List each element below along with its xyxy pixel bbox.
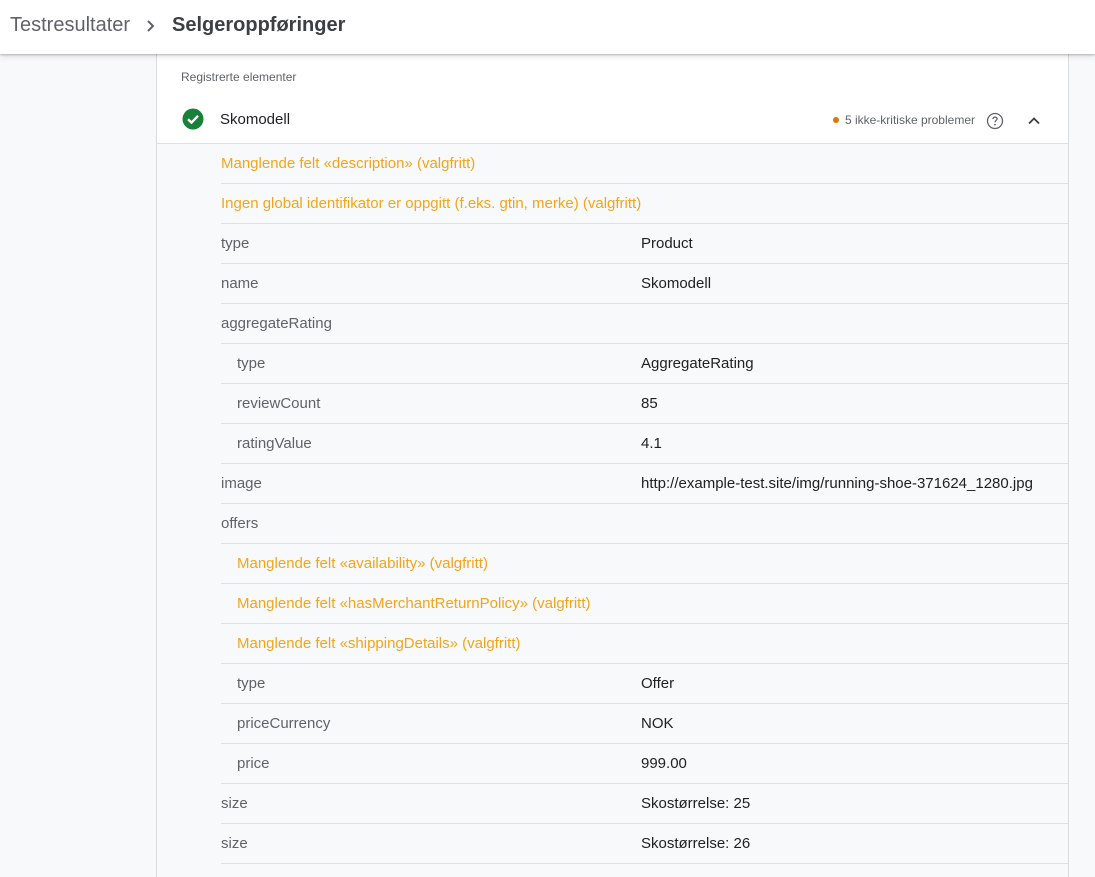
warning-text: Manglende felt «description» (valgfritt)	[221, 155, 476, 172]
property-value: 4.1	[641, 435, 662, 452]
top-bar: Testresultater Selgeroppføringer	[0, 0, 1095, 54]
property-value: Offer	[641, 675, 675, 692]
property-row: aggregateRating	[221, 304, 1068, 344]
property-row: ratingValue 4.1	[221, 424, 1068, 464]
property-key: price	[237, 755, 270, 772]
property-key: ratingValue	[237, 435, 312, 452]
property-value: Skomodell	[641, 275, 712, 292]
warning-row: Manglende felt «hasMerchantReturnPolicy»…	[221, 584, 1068, 624]
warning-row: Manglende felt «availability» (valgfritt…	[221, 544, 1068, 584]
property-key: type	[237, 675, 266, 692]
issues-summary: 5 ikke-kritiske problemer	[832, 113, 975, 127]
property-row: type AggregateRating	[221, 344, 1068, 384]
property-row: priceCurrency NOK	[221, 704, 1068, 744]
property-key: aggregateRating	[221, 315, 332, 332]
help-icon[interactable]	[986, 112, 1004, 130]
warning-text: Manglende felt «hasMerchantReturnPolicy»…	[237, 595, 591, 612]
chevron-right-icon	[147, 20, 155, 32]
property-row: price 999.00	[221, 744, 1068, 784]
property-key: offers	[221, 515, 259, 532]
warning-dot-icon	[832, 117, 839, 123]
warning-row: Manglende felt «description» (valgfritt)	[221, 144, 1068, 184]
panel-title: Registrerte elementer	[181, 70, 297, 84]
warning-row: Ingen global identifikator er oppgitt (f…	[221, 184, 1068, 224]
property-key: size	[221, 795, 248, 812]
chevron-up-icon[interactable]	[1026, 113, 1042, 129]
property-row: image http://example-test.site/img/runnin…	[221, 464, 1068, 504]
property-value: NOK	[641, 715, 674, 732]
warning-row: Manglende felt «shippingDetails» (valgfr…	[221, 624, 1068, 664]
property-row: reviewCount 85	[221, 384, 1068, 424]
property-value: 999.00	[641, 755, 687, 772]
check-circle-icon	[182, 108, 204, 130]
property-value: 85	[641, 395, 658, 412]
property-row: offers	[221, 504, 1068, 544]
item-header[interactable]: Skomodell 5 ikke-kritiske problemer	[157, 98, 1068, 144]
property-value: http://example-test.site/img/running-sho…	[641, 475, 1033, 492]
breadcrumb-root[interactable]: Testresultater	[10, 14, 130, 37]
property-key: type	[221, 235, 250, 252]
property-value: Skostørrelse: 25	[641, 795, 751, 812]
property-row: size Skostørrelse: 26	[221, 824, 1068, 864]
property-key: reviewCount	[237, 395, 321, 412]
property-key: priceCurrency	[237, 715, 331, 732]
issues-label: 5 ikke-kritiske problemer	[844, 113, 975, 127]
detected-items-panel: Registrerte elementer Skomodell 5 ikke-k…	[156, 54, 1069, 877]
property-value: Skostørrelse: 26	[641, 835, 751, 852]
property-row: name Skomodell	[221, 264, 1068, 304]
warning-text: Ingen global identifikator er oppgitt (f…	[221, 195, 642, 212]
warning-text: Manglende felt «availability» (valgfritt…	[237, 555, 488, 572]
property-row: type Offer	[221, 664, 1068, 704]
breadcrumb-current: Selgeroppføringer	[172, 14, 346, 36]
property-value: AggregateRating	[641, 355, 754, 372]
property-key: image	[221, 475, 262, 492]
property-key: name	[221, 275, 259, 292]
property-value: Product	[641, 235, 693, 252]
property-row: type Product	[221, 224, 1068, 264]
properties-list: Manglende felt «description» (valgfritt)…	[157, 144, 1068, 877]
warning-text: Manglende felt «shippingDetails» (valgfr…	[237, 635, 521, 652]
item-name: Skomodell	[220, 111, 291, 128]
property-key: size	[221, 835, 248, 852]
property-key: type	[237, 355, 266, 372]
property-row: size Skostørrelse: 25	[221, 784, 1068, 824]
